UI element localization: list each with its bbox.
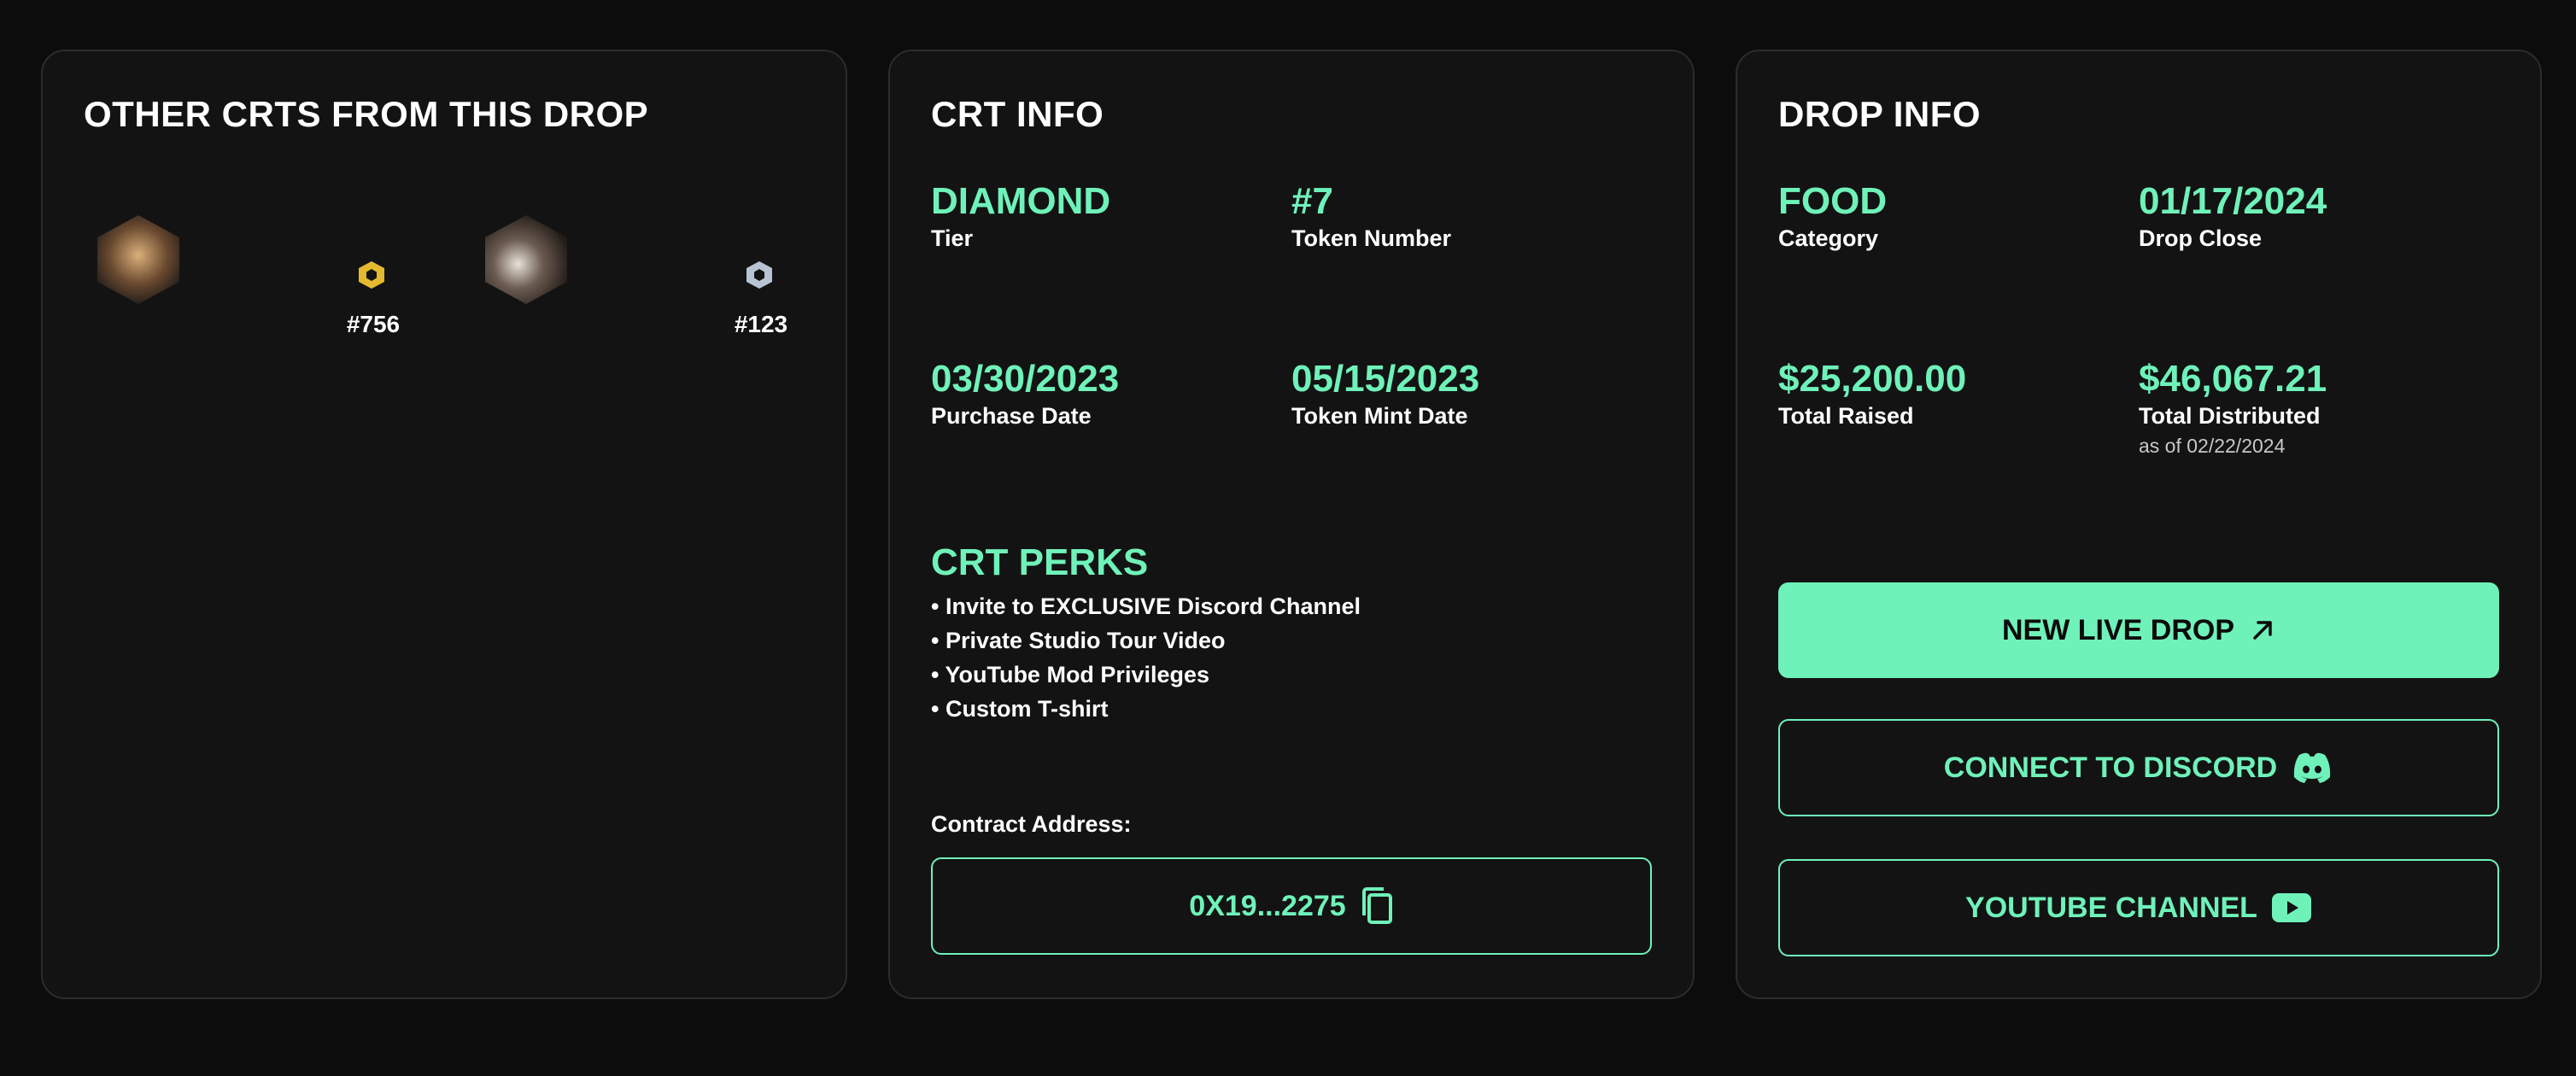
youtube-icon <box>2271 892 2312 923</box>
connect-discord-label: CONNECT TO DISCORD <box>1943 751 2278 784</box>
copy-icon <box>1360 886 1394 926</box>
purchase-date-label: Purchase Date <box>931 403 1092 429</box>
discord-icon <box>2291 751 2333 784</box>
crt-item[interactable]: #123 <box>471 210 830 337</box>
new-live-drop-label: NEW LIVE DROP <box>2001 613 2235 646</box>
arrow-up-right-icon <box>2250 617 2275 643</box>
total-raised-stat: $25,200.00 Total Raised <box>1778 357 1966 430</box>
mint-date-value: 05/15/2023 <box>1291 358 1480 400</box>
total-distributed-label: Total Distributed <box>2139 403 2321 429</box>
crt-info-title: CRT INFO <box>931 94 1104 134</box>
tier-label: Tier <box>931 225 974 251</box>
perk-item: • YouTube Mod Privileges <box>931 662 1210 687</box>
total-distributed-value: $46,067.21 <box>2139 358 2327 400</box>
drop-info-card: DROP INFO FOOD Category 01/17/2024 Drop … <box>1736 50 2542 999</box>
tier-stat: DIAMOND Tier <box>931 179 1110 252</box>
perk-item: • Invite to EXCLUSIVE Discord Channel <box>931 594 1361 619</box>
tier-value: DIAMOND <box>931 180 1111 222</box>
crt-thumbnail-image <box>485 215 567 304</box>
perks-list: • Invite to EXCLUSIVE Discord Channel • … <box>931 589 1361 726</box>
crt-info-card: CRT INFO DIAMOND Tier #7 Token Number 03… <box>888 50 1695 999</box>
token-number-stat: #7 Token Number <box>1291 179 1451 252</box>
purchase-date-value: 03/30/2023 <box>931 358 1120 400</box>
perk-item: • Custom T-shirt <box>931 696 1109 722</box>
crt-number: #756 <box>346 311 401 337</box>
mint-date-stat: 05/15/2023 Token Mint Date <box>1291 357 1479 430</box>
category-label: Category <box>1778 225 1879 251</box>
total-raised-value: $25,200.00 <box>1778 358 1967 400</box>
contract-address-text: 0X19...2275 <box>1189 889 1346 922</box>
crt-item[interactable]: #756 <box>84 210 442 337</box>
new-live-drop-button[interactable]: NEW LIVE DROP <box>1778 582 2499 678</box>
silver-tier-hex-icon <box>746 261 772 289</box>
youtube-channel-label: YOUTUBE CHANNEL <box>1965 891 2257 924</box>
purchase-date-stat: 03/30/2023 Purchase Date <box>931 357 1119 430</box>
perk-item: • Private Studio Tour Video <box>931 628 1226 653</box>
contract-address-label: Contract Address: <box>931 811 1132 837</box>
drop-close-stat: 01/17/2024 Drop Close <box>2139 179 2327 252</box>
other-crts-title: OTHER CRTS FROM THIS DROP <box>84 94 649 134</box>
total-distributed-note: as of 02/22/2024 <box>2139 435 2286 457</box>
category-value: FOOD <box>1778 180 1888 222</box>
token-number-label: Token Number <box>1291 225 1452 251</box>
token-number-value: #7 <box>1291 180 1333 222</box>
drop-close-label: Drop Close <box>2139 225 2263 251</box>
category-stat: FOOD Category <box>1778 179 1887 252</box>
youtube-channel-button[interactable]: YOUTUBE CHANNEL <box>1778 859 2499 956</box>
connect-discord-button[interactable]: CONNECT TO DISCORD <box>1778 719 2499 816</box>
crt-number: #123 <box>734 311 788 337</box>
perks-title: CRT PERKS <box>931 541 1149 583</box>
copy-contract-address-button[interactable]: 0X19...2275 <box>931 857 1652 955</box>
drop-info-title: DROP INFO <box>1778 94 1982 134</box>
mint-date-label: Token Mint Date <box>1291 403 1468 429</box>
gold-tier-hex-icon <box>359 261 384 289</box>
total-distributed-stat: $46,067.21 Total Distributed as of 02/22… <box>2139 357 2327 458</box>
crt-thumbnail-image <box>97 215 179 304</box>
total-raised-label: Total Raised <box>1778 403 1914 429</box>
drop-close-value: 01/17/2024 <box>2139 180 2327 222</box>
other-crts-card: OTHER CRTS FROM THIS DROP #756 #123 <box>41 50 847 999</box>
